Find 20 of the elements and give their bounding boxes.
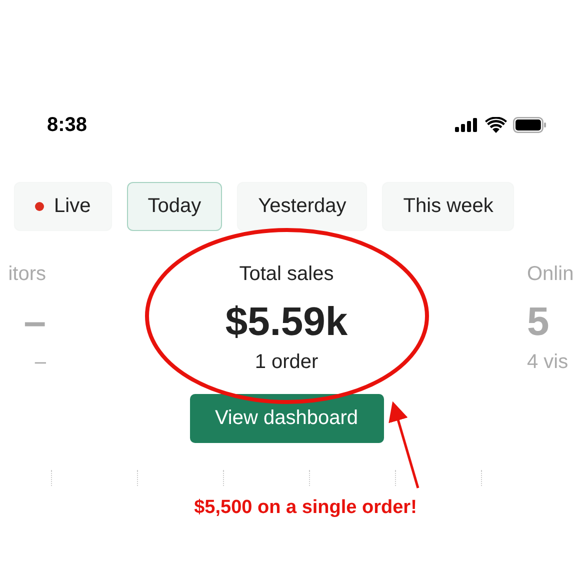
- date-tab[interactable]: Yesterday: [237, 182, 368, 231]
- date-tab[interactable]: Live: [14, 182, 112, 231]
- wifi-icon: [485, 117, 507, 133]
- stat-value: –: [24, 299, 46, 346]
- annotation-text: $5,500 on a single order!: [193, 497, 418, 519]
- stat-title: Onlin: [527, 263, 574, 287]
- stat-title: itors: [8, 263, 46, 287]
- date-tab[interactable]: This week: [382, 182, 514, 231]
- date-tab[interactable]: Today: [126, 182, 222, 231]
- stat-value: 5: [527, 299, 550, 346]
- signal-icon: [455, 118, 479, 132]
- stat-value: $5.59k: [225, 299, 348, 346]
- battery-icon: [513, 117, 547, 133]
- status-time: 8:38: [47, 114, 88, 136]
- live-dot-icon: [35, 202, 44, 211]
- stat-subtext: 1 order: [254, 351, 318, 375]
- view-dashboard-button[interactable]: View dashboard: [190, 394, 384, 443]
- stat-subtext: 4 vis: [527, 351, 568, 375]
- stat-subtext: –: [34, 351, 46, 375]
- stat-title: Total sales: [239, 263, 334, 287]
